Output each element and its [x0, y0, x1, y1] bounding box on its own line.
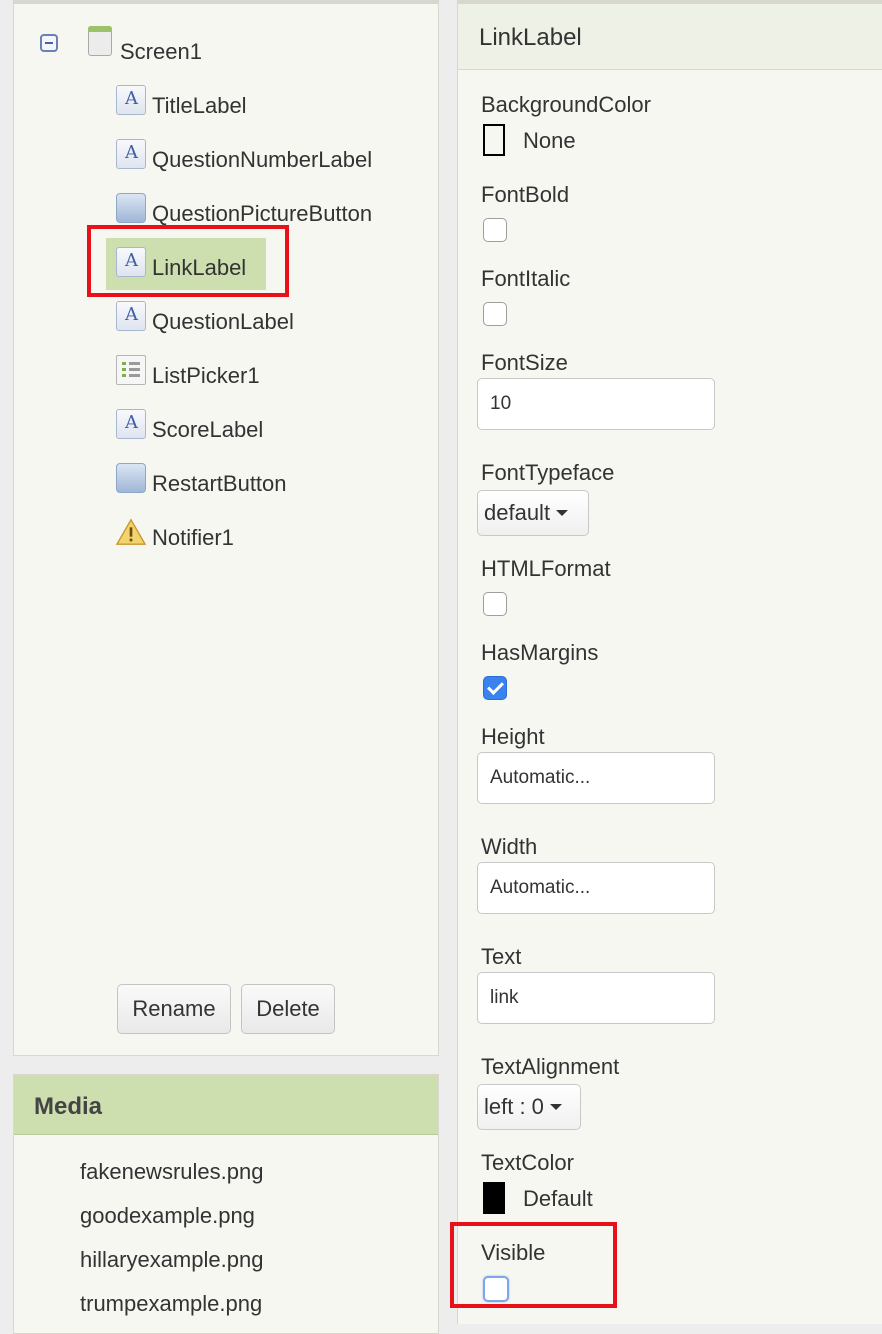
properties-panel: LinkLabel BackgroundColor None FontBold … [457, 0, 882, 1324]
annotation-box-linklabel [87, 225, 289, 297]
backgroundcolor-swatch[interactable] [483, 124, 505, 156]
tree-item-label: ListPicker1 [152, 363, 260, 388]
htmlformat-label: HTMLFormat [481, 556, 611, 581]
listpicker-icon [116, 355, 146, 385]
htmlformat-checkbox[interactable] [483, 592, 507, 616]
textcolor-swatch[interactable] [483, 1182, 505, 1214]
media-file-item[interactable]: trumpexample.png [80, 1291, 262, 1317]
label-icon [116, 139, 146, 169]
backgroundcolor-label: BackgroundColor [481, 92, 651, 117]
properties-header: LinkLabel [458, 4, 882, 70]
annotation-box-visible [450, 1222, 617, 1308]
fontitalic-checkbox[interactable] [483, 302, 507, 326]
tree-item-label: Notifier1 [152, 525, 234, 550]
tree-item-label: QuestionNumberLabel [152, 147, 373, 172]
textalignment-label: TextAlignment [481, 1054, 620, 1079]
backgroundcolor-value[interactable]: None [523, 128, 576, 154]
tree-item-label: TitleLabel [152, 93, 247, 118]
tree-item-listpicker1[interactable]: ListPicker1 [106, 346, 426, 396]
chevron-down-icon [549, 1104, 562, 1110]
text-label: Text [481, 944, 522, 969]
button-icon [116, 463, 146, 493]
label-icon [116, 85, 146, 115]
fontbold-checkbox[interactable] [483, 218, 507, 242]
tree-item-restartbutton[interactable]: RestartButton [106, 454, 426, 504]
hasmargins-checkbox[interactable] [483, 676, 507, 700]
tree-item-label: ScoreLabel [152, 417, 264, 442]
rename-button[interactable]: Rename [117, 984, 231, 1034]
media-panel: Media fakenewsrules.png goodexample.png … [13, 1074, 439, 1334]
textalignment-dropdown[interactable]: left : 0 [477, 1084, 581, 1130]
chevron-down-icon [556, 510, 569, 516]
properties-title: LinkLabel [479, 24, 582, 51]
collapse-icon[interactable] [40, 34, 58, 52]
media-file-item[interactable]: goodexample.png [80, 1203, 255, 1229]
tree-item-label: QuestionPictureButton [152, 201, 373, 226]
textcolor-label: TextColor [481, 1150, 574, 1175]
components-panel: Screen1 TitleLabel QuestionNumberLabel Q… [13, 0, 439, 1056]
fonttypeface-label: FontTypeface [481, 460, 615, 485]
button-icon [116, 193, 146, 223]
height-input[interactable]: Automatic... [477, 752, 715, 804]
fontitalic-label: FontItalic [481, 266, 571, 291]
media-title: Media [34, 1093, 103, 1120]
tree-item-label: RestartButton [152, 471, 287, 496]
media-file-item[interactable]: fakenewsrules.png [80, 1159, 263, 1185]
textcolor-value[interactable]: Default [523, 1186, 593, 1212]
fonttypeface-dropdown[interactable]: default [477, 490, 589, 536]
tree-item-label: QuestionLabel [152, 309, 294, 334]
tree-item-questionlabel[interactable]: QuestionLabel [106, 292, 426, 342]
height-label: Height [481, 724, 545, 749]
warning-icon [116, 518, 146, 545]
fontsize-label: FontSize [481, 350, 568, 375]
tree-item-screen1[interactable]: Screen1 [120, 39, 202, 65]
tree-item-questionnumberlabel[interactable]: QuestionNumberLabel [106, 130, 426, 180]
width-label: Width [481, 834, 538, 859]
screen-icon [88, 26, 112, 56]
media-header: Media [14, 1075, 438, 1135]
fontsize-input[interactable]: 10 [477, 378, 715, 430]
label-icon [116, 301, 146, 331]
fontbold-label: FontBold [481, 182, 570, 207]
textalignment-value: left : 0 [484, 1094, 544, 1119]
width-input[interactable]: Automatic... [477, 862, 715, 914]
delete-button[interactable]: Delete [241, 984, 335, 1034]
media-file-item[interactable]: hillaryexample.png [80, 1247, 263, 1273]
tree-item-notifier1[interactable]: Notifier1 [106, 508, 426, 558]
tree-item-scorelabel[interactable]: ScoreLabel [106, 400, 426, 450]
text-input[interactable]: link [477, 972, 715, 1024]
tree-item-titlelabel[interactable]: TitleLabel [106, 76, 426, 126]
label-icon [116, 409, 146, 439]
fonttypeface-value: default [484, 500, 551, 525]
hasmargins-label: HasMargins [481, 640, 599, 665]
